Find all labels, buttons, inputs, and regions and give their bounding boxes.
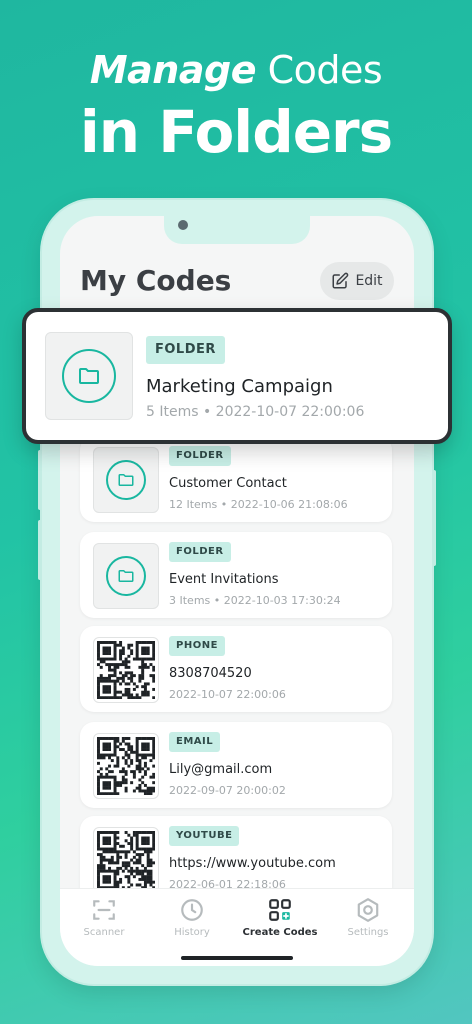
type-badge: FOLDER — [169, 446, 231, 466]
item-subtitle: 3 Items • 2022-10-03 17:30:24 — [169, 594, 341, 607]
item-subtitle: 2022-09-07 20:00:02 — [169, 784, 286, 797]
list-item[interactable]: FOLDER Event Invitations 3 Items • 2022-… — [80, 532, 392, 618]
item-subtitle: 2022-10-07 22:00:06 — [169, 688, 286, 701]
tab-scanner[interactable]: Scanner — [60, 897, 148, 938]
item-title: https://www.youtube.com — [169, 856, 336, 871]
item-title: Event Invitations — [169, 572, 279, 587]
clock-icon — [181, 899, 203, 921]
edit-button[interactable]: Edit — [320, 262, 394, 300]
folder-icon — [62, 349, 116, 403]
folder-icon — [106, 556, 146, 596]
type-badge: PHONE — [169, 636, 225, 656]
item-thumbnail — [45, 332, 133, 420]
list-item[interactable]: FOLDER Customer Contact 12 Items • 2022-… — [80, 436, 392, 522]
highlighted-folder-card[interactable]: FOLDER Marketing Campaign 5 Items • 2022… — [22, 308, 452, 444]
qr-code-icon — [97, 737, 155, 795]
camera-dot — [178, 220, 188, 230]
item-subtitle: 12 Items • 2022-10-06 21:08:06 — [169, 498, 348, 511]
bottom-tab-bar: Scanner History Create Codes Settings — [60, 888, 414, 966]
hexagon-gear-icon — [357, 898, 379, 922]
type-badge: YOUTUBE — [169, 826, 240, 846]
headline-line-2: in Folders — [79, 98, 393, 166]
tab-settings[interactable]: Settings — [324, 897, 412, 938]
edit-icon — [332, 272, 349, 289]
scan-frame-icon — [93, 900, 115, 920]
tab-label: History — [174, 927, 210, 938]
item-thumbnail — [93, 733, 159, 799]
edit-label: Edit — [355, 273, 383, 289]
page-title: My Codes — [80, 264, 232, 297]
qr-code-icon — [97, 641, 155, 699]
type-badge: EMAIL — [169, 732, 221, 752]
list-item[interactable]: PHONE 8308704520 2022-10-07 22:00:06 — [80, 626, 392, 712]
tab-label: Scanner — [83, 927, 125, 938]
item-subtitle: 5 Items • 2022-10-07 22:00:06 — [146, 404, 365, 420]
promo-headline: Manage Codes in Folders — [0, 44, 472, 168]
list-item[interactable]: EMAIL Lily@gmail.com 2022-09-07 20:00:02 — [80, 722, 392, 808]
home-indicator — [181, 956, 293, 960]
item-title: Customer Contact — [169, 476, 287, 491]
item-thumbnail — [93, 447, 159, 513]
qr-grid-icon — [269, 899, 291, 921]
volume-button — [38, 520, 42, 580]
notch — [164, 216, 310, 244]
power-button — [432, 470, 436, 566]
item-thumbnail — [93, 637, 159, 703]
tab-label: Create Codes — [242, 927, 318, 938]
volume-button — [38, 450, 42, 510]
headline-emphasis: Manage — [89, 48, 257, 92]
headline-rest: Codes — [255, 48, 383, 92]
headline-line-1: Manage Codes — [0, 44, 472, 96]
tab-label: Settings — [347, 927, 389, 938]
type-badge: FOLDER — [146, 336, 225, 364]
item-title: 8308704520 — [169, 666, 252, 681]
folder-icon — [106, 460, 146, 500]
item-thumbnail — [93, 543, 159, 609]
item-thumbnail — [93, 827, 159, 893]
item-title: Marketing Campaign — [146, 376, 333, 397]
tab-create-codes[interactable]: Create Codes — [236, 897, 324, 938]
item-title: Lily@gmail.com — [169, 762, 273, 777]
type-badge: FOLDER — [169, 542, 231, 562]
tab-history[interactable]: History — [148, 897, 236, 938]
qr-code-icon — [97, 831, 155, 889]
